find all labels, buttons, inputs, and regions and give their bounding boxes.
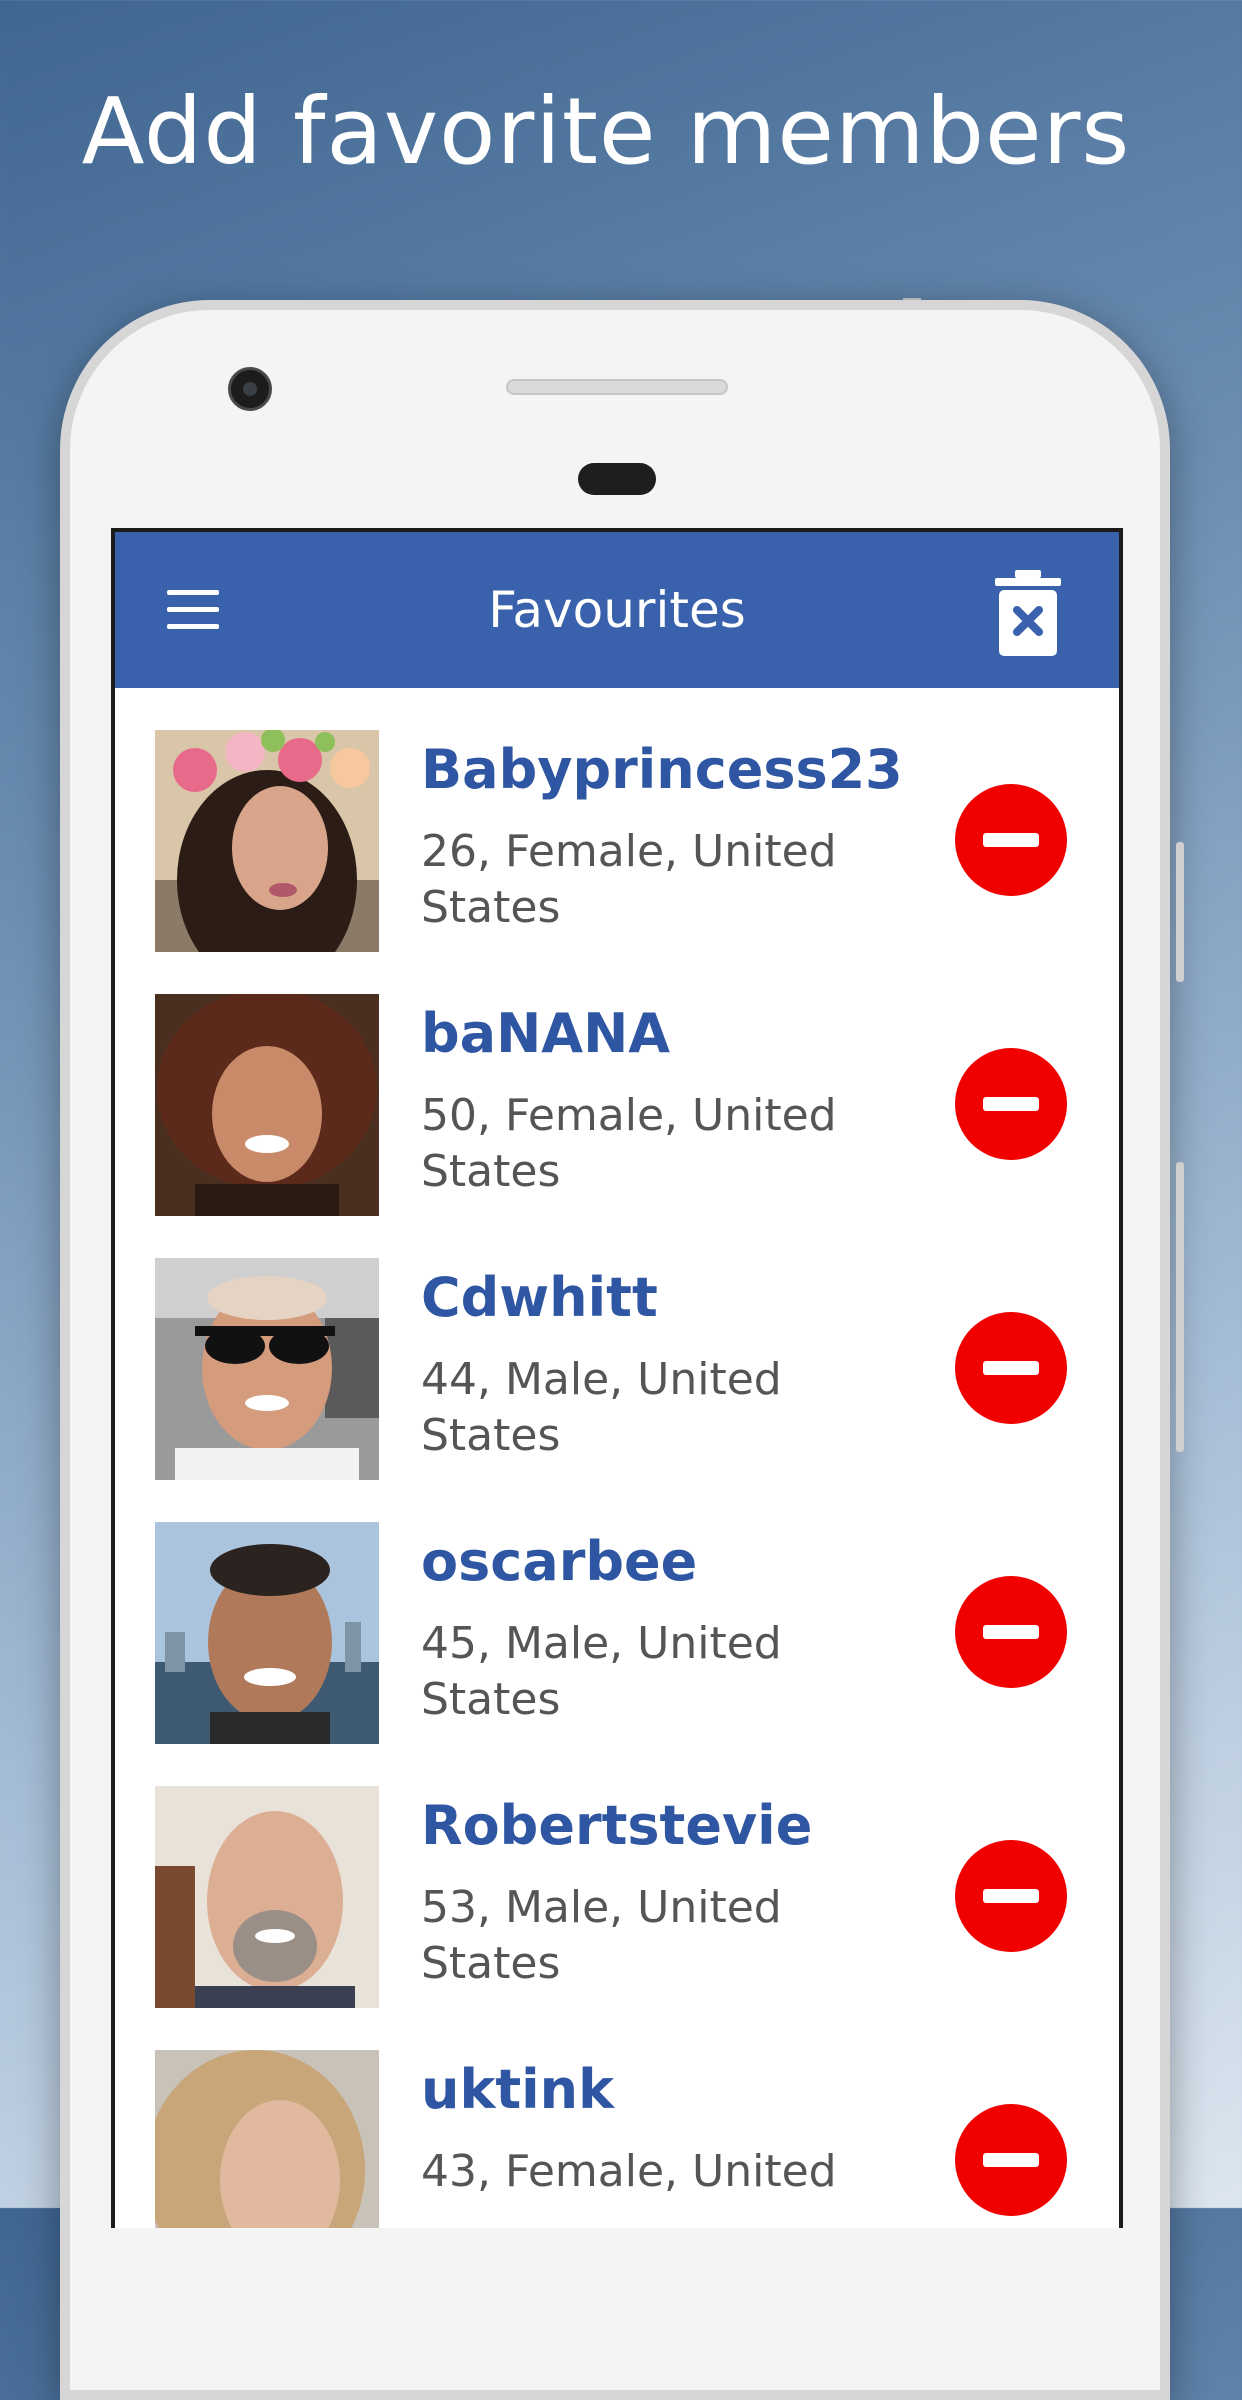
list-item: baNANA 50, Female, United States	[115, 952, 1119, 1216]
list-item: Cdwhitt 44, Male, United States	[115, 1216, 1119, 1480]
trash-delete-all-icon[interactable]	[995, 570, 1061, 656]
avatar[interactable]	[155, 730, 379, 952]
phone-screen: Favourites Babyprincess23 26, Female, Un…	[111, 528, 1123, 2228]
list-item: Babyprincess23 26, Female, United States	[115, 688, 1119, 952]
avatar[interactable]	[155, 1522, 379, 1744]
list-item: oscarbee 45, Male, United States	[115, 1480, 1119, 1744]
promo-headline: Add favorite members	[81, 78, 1131, 185]
list-item: Robertstevie 53, Male, United States	[115, 1744, 1119, 2008]
page-title: Favourites	[488, 581, 746, 639]
front-camera	[228, 367, 272, 411]
member-details: 26, Female, United States	[421, 826, 837, 933]
phone-volume-button	[1176, 1162, 1184, 1452]
remove-favorite-button[interactable]	[955, 784, 1067, 896]
remove-favorite-button[interactable]	[955, 1840, 1067, 1952]
member-username[interactable]: Robertstevie	[421, 1794, 812, 1857]
remove-favorite-button[interactable]	[955, 1312, 1067, 1424]
member-username[interactable]: uktink	[421, 2058, 614, 2121]
hamburger-menu-icon[interactable]	[167, 590, 219, 630]
member-username[interactable]: Cdwhitt	[421, 1266, 658, 1329]
app-bar: Favourites	[115, 532, 1119, 688]
member-details: 45, Male, United States	[421, 1618, 782, 1725]
member-details: 50, Female, United States	[421, 1090, 837, 1197]
remove-favorite-button[interactable]	[955, 2104, 1067, 2216]
earpiece-speaker	[506, 379, 728, 395]
avatar[interactable]	[155, 1786, 379, 2008]
avatar[interactable]	[155, 994, 379, 1216]
member-username[interactable]: baNANA	[421, 1002, 670, 1065]
member-username[interactable]: oscarbee	[421, 1530, 697, 1593]
remove-favorite-button[interactable]	[955, 1576, 1067, 1688]
proximity-sensor	[578, 463, 656, 495]
member-details: 43, Female, United	[421, 2146, 837, 2197]
member-username[interactable]: Babyprincess23	[421, 738, 903, 801]
member-details: 53, Male, United States	[421, 1882, 782, 1989]
remove-favorite-button[interactable]	[955, 1048, 1067, 1160]
avatar[interactable]	[155, 1258, 379, 1480]
list-item: uktink 43, Female, United	[115, 2008, 1119, 2228]
avatar[interactable]	[155, 2050, 379, 2228]
phone-power-button	[1176, 842, 1184, 982]
member-details: 44, Male, United States	[421, 1354, 782, 1461]
